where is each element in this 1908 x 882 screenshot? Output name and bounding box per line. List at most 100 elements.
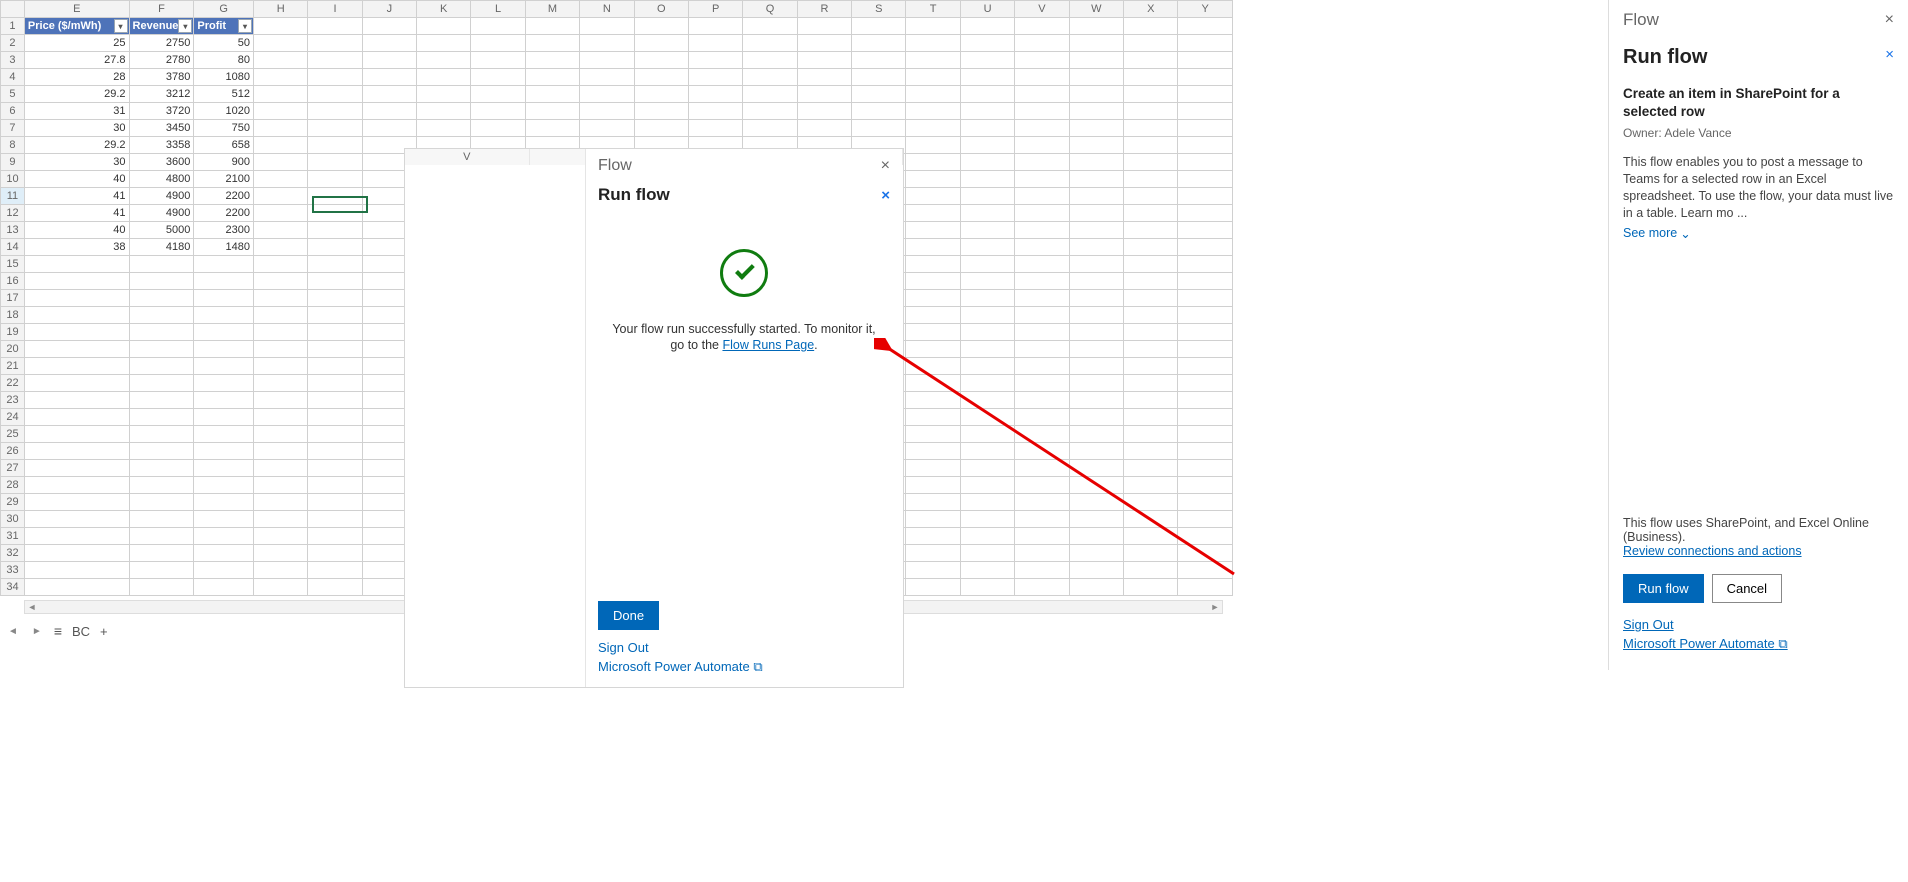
- cell[interactable]: [960, 443, 1014, 460]
- cell[interactable]: [194, 511, 254, 528]
- cell[interactable]: [1178, 18, 1233, 35]
- cell[interactable]: [1069, 426, 1123, 443]
- cell[interactable]: [1015, 562, 1069, 579]
- cell[interactable]: [1178, 86, 1233, 103]
- cell[interactable]: [1178, 358, 1233, 375]
- cell[interactable]: [308, 511, 362, 528]
- cell[interactable]: [1015, 239, 1069, 256]
- cell[interactable]: [797, 120, 851, 137]
- cell[interactable]: 3358: [129, 137, 194, 154]
- cell[interactable]: [852, 52, 906, 69]
- row-header[interactable]: 22: [1, 375, 25, 392]
- cell[interactable]: [906, 443, 960, 460]
- cell[interactable]: Profit▾: [194, 18, 254, 35]
- row-header[interactable]: 32: [1, 545, 25, 562]
- cell[interactable]: [1015, 69, 1069, 86]
- cell[interactable]: [580, 69, 634, 86]
- cell[interactable]: [129, 307, 194, 324]
- cell[interactable]: [906, 426, 960, 443]
- cell[interactable]: 2200: [194, 205, 254, 222]
- cell[interactable]: [417, 35, 471, 52]
- cell[interactable]: [253, 426, 307, 443]
- column-header[interactable]: T: [906, 1, 960, 18]
- cell[interactable]: [960, 477, 1014, 494]
- cell[interactable]: [852, 120, 906, 137]
- cell[interactable]: 29.2: [24, 86, 129, 103]
- cell[interactable]: [308, 358, 362, 375]
- cell[interactable]: 2100: [194, 171, 254, 188]
- cell[interactable]: [906, 290, 960, 307]
- cell[interactable]: 900: [194, 154, 254, 171]
- cell[interactable]: [1124, 409, 1178, 426]
- cell[interactable]: 3600: [129, 154, 194, 171]
- cell[interactable]: [194, 256, 254, 273]
- cell[interactable]: [253, 171, 307, 188]
- cell[interactable]: [1124, 579, 1178, 596]
- cell[interactable]: [1015, 18, 1069, 35]
- cell[interactable]: [1015, 154, 1069, 171]
- cell[interactable]: [743, 18, 797, 35]
- cell[interactable]: 1080: [194, 69, 254, 86]
- cell[interactable]: [1015, 205, 1069, 222]
- flow-runs-page-link[interactable]: Flow Runs Page: [722, 338, 814, 352]
- cell[interactable]: [194, 562, 254, 579]
- cell[interactable]: [308, 562, 362, 579]
- cell[interactable]: [253, 120, 307, 137]
- cell[interactable]: [1015, 358, 1069, 375]
- cell[interactable]: [253, 579, 307, 596]
- cell[interactable]: [308, 426, 362, 443]
- column-header[interactable]: F: [129, 1, 194, 18]
- cell[interactable]: [797, 18, 851, 35]
- cell[interactable]: [960, 358, 1014, 375]
- cell[interactable]: [308, 273, 362, 290]
- cell[interactable]: [852, 35, 906, 52]
- cell[interactable]: [24, 579, 129, 596]
- cell[interactable]: [1124, 460, 1178, 477]
- cell[interactable]: [253, 409, 307, 426]
- cell[interactable]: 4800: [129, 171, 194, 188]
- cell[interactable]: [24, 460, 129, 477]
- cell[interactable]: [308, 120, 362, 137]
- cell[interactable]: [1015, 341, 1069, 358]
- cell[interactable]: [308, 137, 362, 154]
- cell[interactable]: [634, 18, 688, 35]
- cell[interactable]: Revenue▾: [129, 18, 194, 35]
- cell[interactable]: [1069, 35, 1123, 52]
- cell[interactable]: [129, 477, 194, 494]
- cell[interactable]: [906, 511, 960, 528]
- cell[interactable]: [471, 103, 525, 120]
- cell[interactable]: [194, 307, 254, 324]
- sheet-tab[interactable]: BC: [72, 624, 90, 639]
- cell[interactable]: [194, 324, 254, 341]
- cell[interactable]: [960, 171, 1014, 188]
- cell[interactable]: [253, 137, 307, 154]
- cell[interactable]: [471, 18, 525, 35]
- cell[interactable]: [1178, 562, 1233, 579]
- cell[interactable]: [580, 52, 634, 69]
- row-header[interactable]: 21: [1, 358, 25, 375]
- row-header[interactable]: 31: [1, 528, 25, 545]
- filter-dropdown-icon[interactable]: ▾: [114, 19, 128, 33]
- row-header[interactable]: 7: [1, 120, 25, 137]
- cell[interactable]: [1124, 511, 1178, 528]
- cell[interactable]: [688, 52, 742, 69]
- cell[interactable]: [1069, 528, 1123, 545]
- row-header[interactable]: 16: [1, 273, 25, 290]
- cell[interactable]: [1178, 222, 1233, 239]
- cell[interactable]: [580, 120, 634, 137]
- row-header[interactable]: 17: [1, 290, 25, 307]
- cell[interactable]: [960, 545, 1014, 562]
- cell[interactable]: [362, 120, 416, 137]
- tab-prev-icon[interactable]: ◄: [6, 626, 20, 637]
- cell[interactable]: [1015, 494, 1069, 511]
- cell[interactable]: 41: [24, 188, 129, 205]
- cell[interactable]: [906, 52, 960, 69]
- cell[interactable]: [960, 528, 1014, 545]
- cell[interactable]: [1015, 222, 1069, 239]
- row-header[interactable]: 28: [1, 477, 25, 494]
- cell[interactable]: [906, 494, 960, 511]
- row-header[interactable]: 4: [1, 69, 25, 86]
- row-header[interactable]: 26: [1, 443, 25, 460]
- cell[interactable]: [253, 35, 307, 52]
- cell[interactable]: [1178, 120, 1233, 137]
